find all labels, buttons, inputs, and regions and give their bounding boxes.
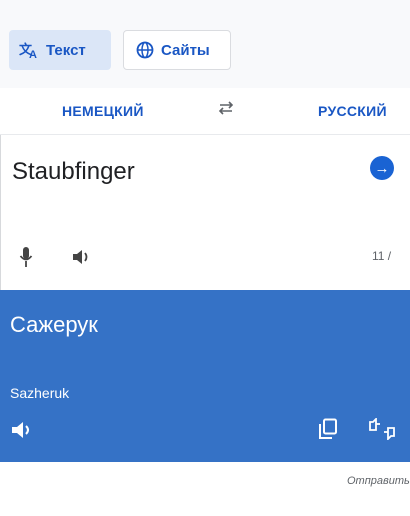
speaker-icon[interactable] (72, 248, 92, 266)
transliteration-text: Sazheruk (10, 385, 70, 401)
copy-icon[interactable] (318, 418, 338, 440)
mode-tabs-bar: 文A Текст Сайты (0, 0, 410, 89)
translate-icon: 文A (19, 41, 39, 59)
source-language-button[interactable]: НЕМЕЦКИЙ (62, 103, 144, 119)
character-counter: 11 / (372, 249, 392, 263)
tab-sites-label: Сайты (161, 41, 210, 59)
target-language-button[interactable]: РУССКИЙ (318, 103, 387, 119)
send-feedback-link[interactable]: Отправить (347, 475, 410, 487)
microphone-icon[interactable] (19, 246, 33, 268)
language-bar: НЕМЕЦКИЙ РУССКИЙ (0, 88, 410, 135)
tab-text-label: Текст (46, 41, 86, 59)
translation-result-panel: Сажерук Sazheruk (0, 290, 410, 462)
globe-icon (136, 41, 154, 59)
arrow-right-icon[interactable]: → (370, 156, 394, 180)
source-text-input[interactable]: Staubfinger (12, 158, 135, 186)
speaker-icon[interactable] (11, 420, 35, 440)
translation-text: Сажерук (10, 312, 98, 337)
swap-languages-icon[interactable] (217, 100, 235, 116)
footer: Отправить (0, 462, 410, 516)
rate-translation-icon[interactable] (368, 418, 396, 440)
tab-text[interactable]: 文A Текст (9, 30, 111, 70)
tab-sites[interactable]: Сайты (123, 30, 231, 70)
svg-text:A: A (29, 49, 37, 59)
